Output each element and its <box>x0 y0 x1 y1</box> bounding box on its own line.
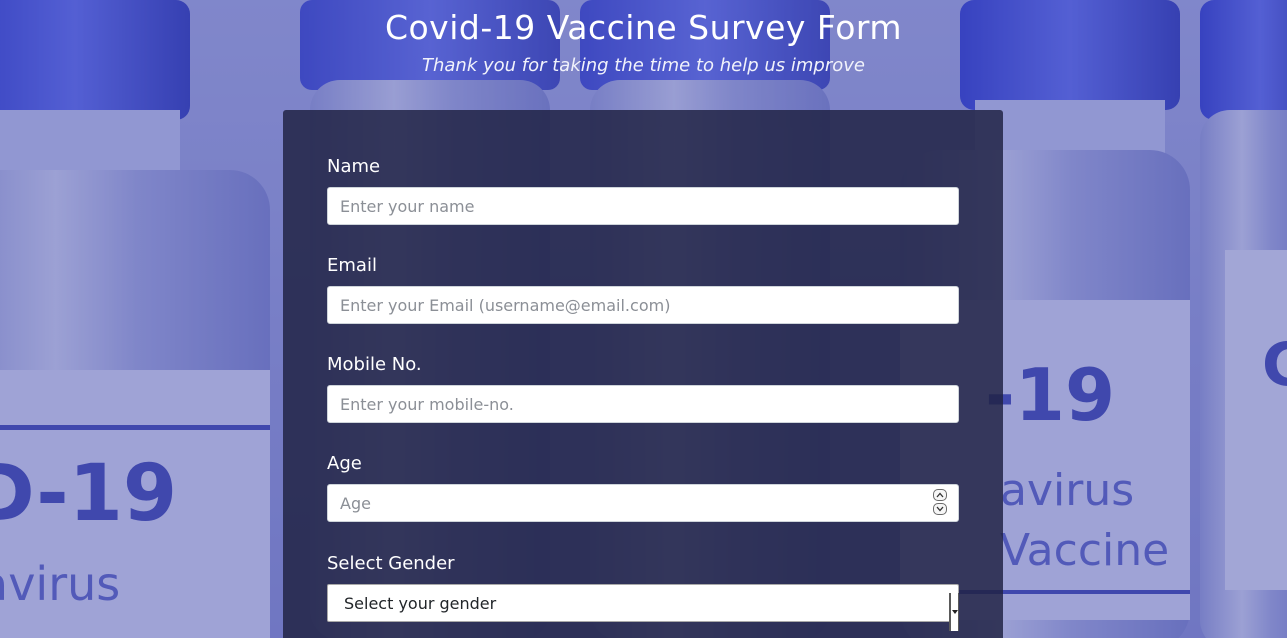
name-input[interactable] <box>327 187 959 225</box>
age-field-group: Age <box>327 453 959 522</box>
gender-field-group: Select Gender Select your gender <box>327 553 959 631</box>
page-header: Covid-19 Vaccine Survey Form Thank you f… <box>0 0 1287 78</box>
gender-select[interactable]: Select your gender <box>327 584 959 622</box>
email-input[interactable] <box>327 286 959 324</box>
name-field-group: Name <box>327 156 959 225</box>
page-subtitle: Thank you for taking the time to help us… <box>421 55 865 76</box>
caret-down-icon[interactable] <box>949 593 959 631</box>
gender-label: Select Gender <box>327 553 455 574</box>
name-label: Name <box>327 156 381 177</box>
chevron-down-icon[interactable] <box>933 503 947 515</box>
age-spinner <box>933 489 947 515</box>
email-label: Email <box>327 255 377 276</box>
mobile-label: Mobile No. <box>327 354 422 375</box>
age-input[interactable] <box>327 484 959 522</box>
age-label: Age <box>327 453 362 474</box>
mobile-input[interactable] <box>327 385 959 423</box>
chevron-up-icon[interactable] <box>933 489 947 501</box>
survey-form: Name Email Mobile No. Age Select Gender <box>283 110 1003 638</box>
age-number-wrap <box>327 484 959 522</box>
gender-select-wrap: Select your gender <box>327 584 959 631</box>
email-field-group: Email <box>327 255 959 324</box>
mobile-field-group: Mobile No. <box>327 354 959 423</box>
page-title: Covid-19 Vaccine Survey Form <box>384 8 903 47</box>
gender-selected-value: Select your gender <box>344 593 497 613</box>
